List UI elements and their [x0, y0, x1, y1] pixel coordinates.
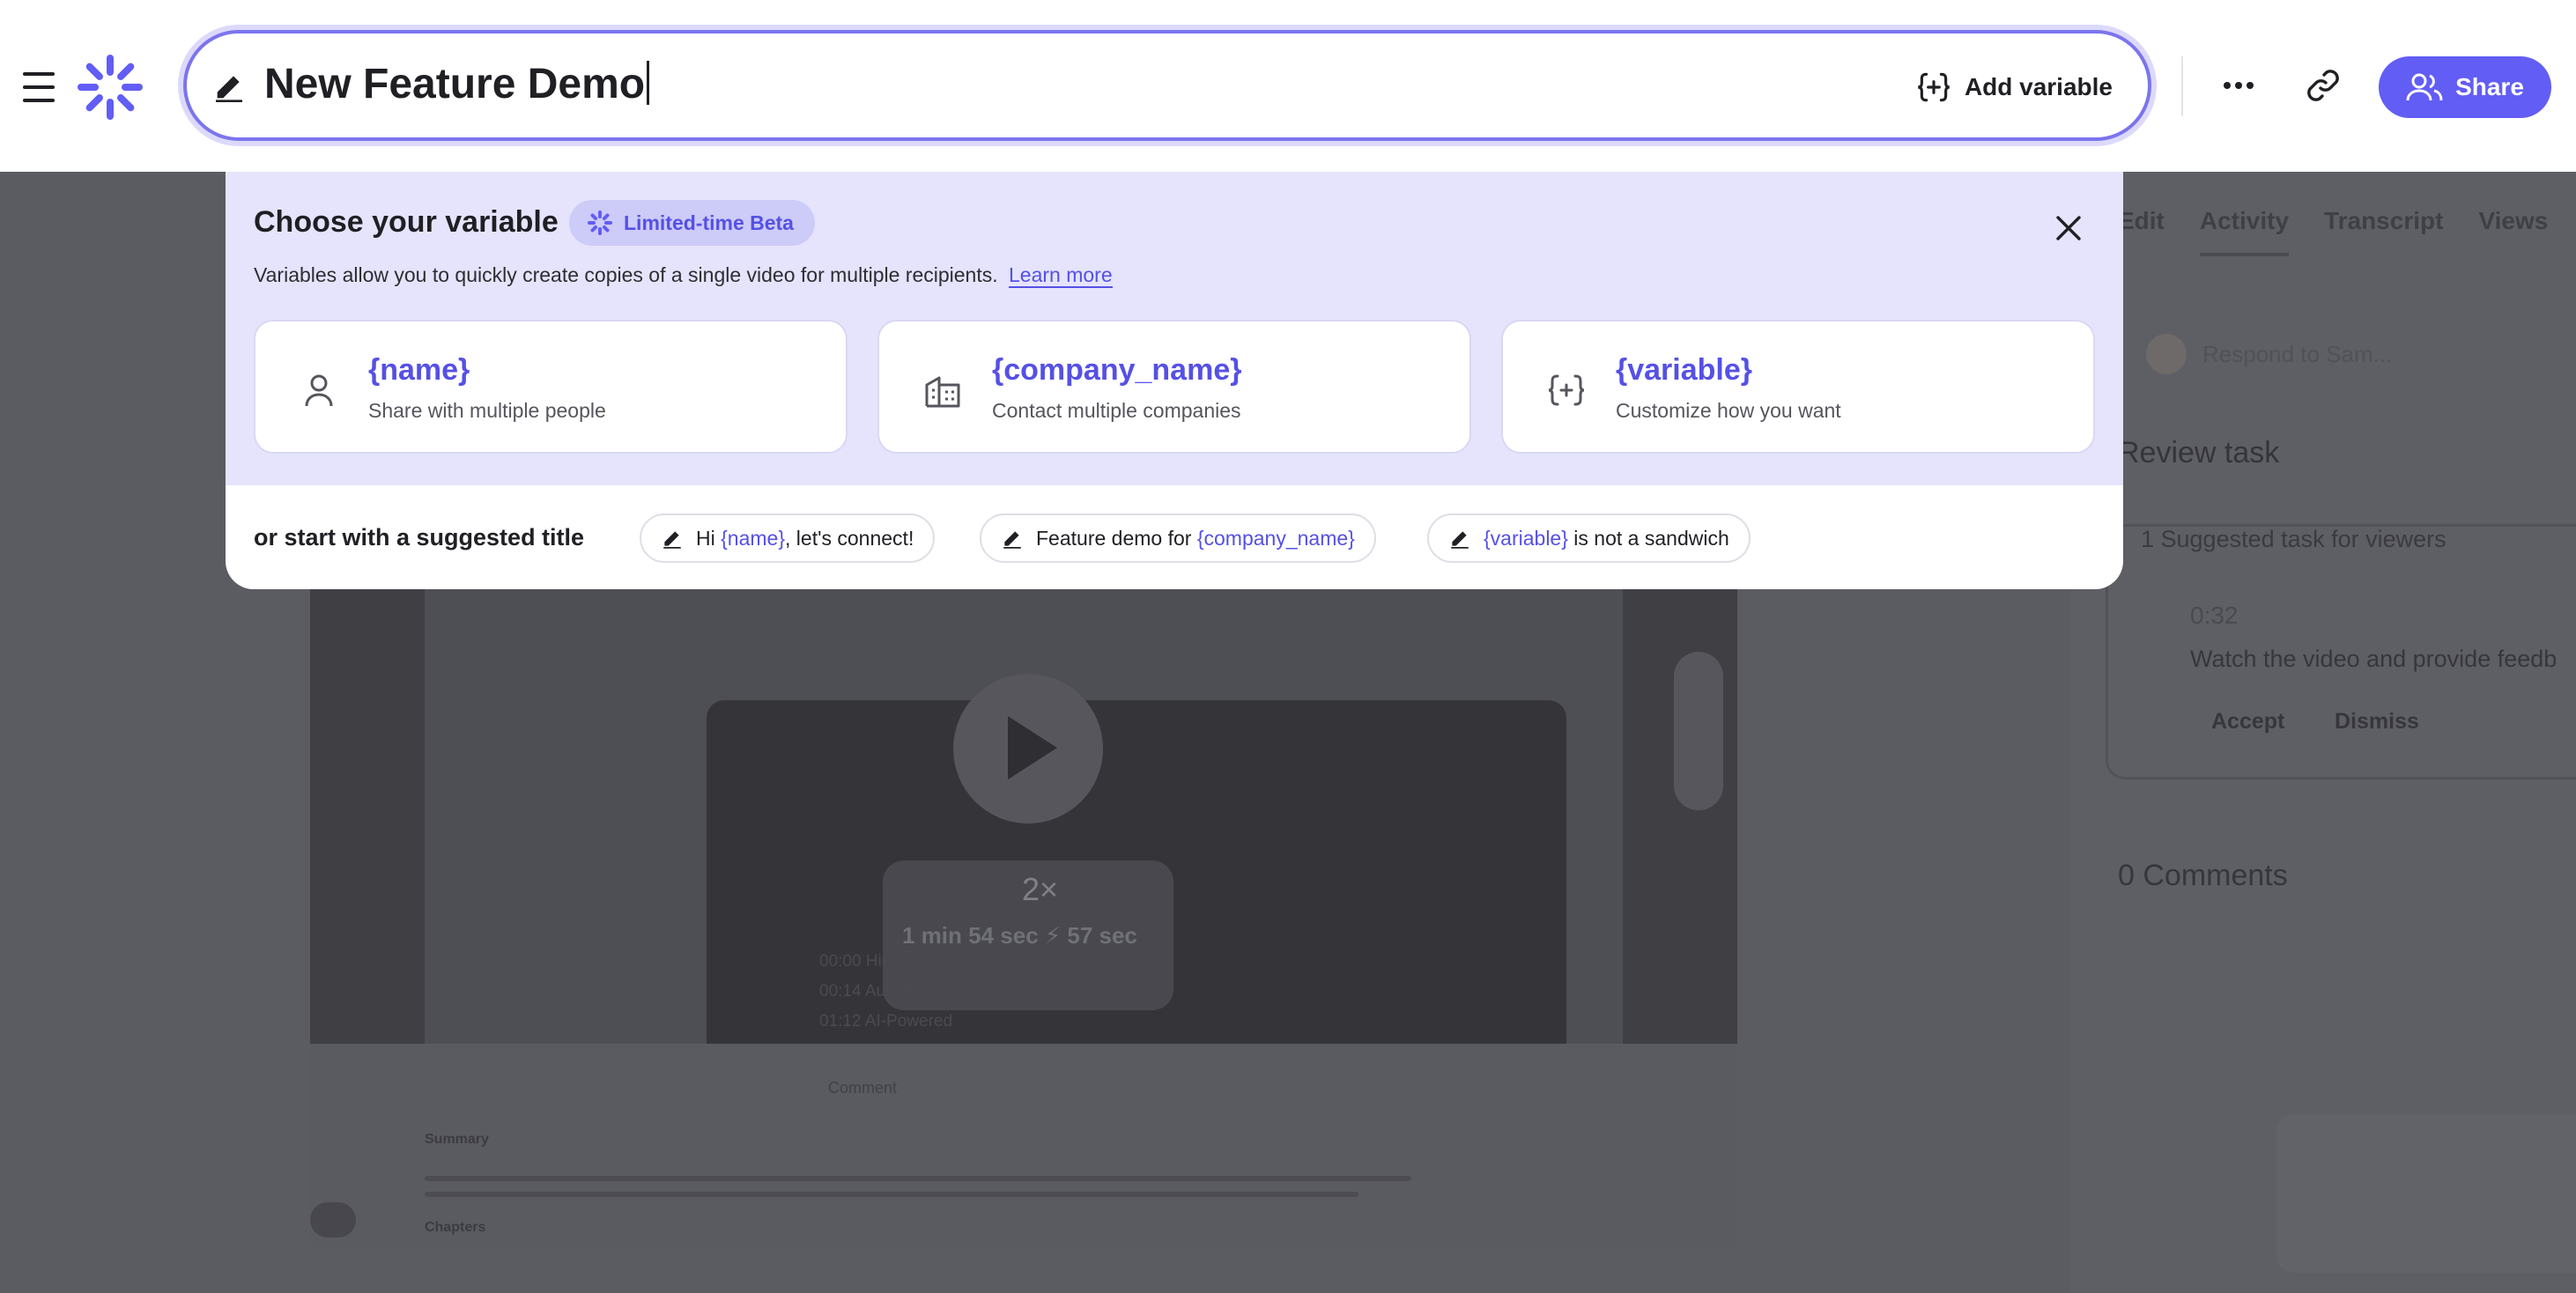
- more-options-icon[interactable]: [2217, 63, 2261, 107]
- suggested-title-chip[interactable]: {variable} is not a sandwich: [1427, 514, 1751, 563]
- tab-views: Views: [2478, 207, 2549, 234]
- review-task-title: Review task: [2118, 436, 2280, 469]
- copy-link-icon[interactable]: [2301, 63, 2345, 107]
- respond-placeholder: Respond to Sam...: [2202, 340, 2393, 367]
- pencil-icon: [216, 76, 242, 102]
- variable-braces-icon: [1548, 374, 1585, 406]
- variable-chooser-popup: Choose your variable Limited-time Beta V…: [226, 172, 2123, 589]
- sparkle-icon: [588, 211, 612, 235]
- respond-field: Respond to Sam...: [2146, 334, 2392, 374]
- share-people-icon: [2406, 73, 2443, 101]
- notification-card: [2276, 1114, 2576, 1273]
- variable-card-title: {name}: [368, 353, 470, 387]
- beta-label: Limited-time Beta: [624, 211, 794, 234]
- share-label: Share: [2455, 73, 2524, 100]
- chapters-heading: Chapters: [425, 1220, 486, 1235]
- text-caret: [647, 61, 650, 105]
- toolbar-divider: [2181, 56, 2183, 116]
- drawing-tools: [1674, 652, 1723, 810]
- variable-card-name[interactable]: {name} Share with multiple people: [254, 320, 848, 454]
- comments-count: 0 Comments: [2118, 859, 2288, 892]
- task-time: 0:32: [2190, 602, 2239, 629]
- chip-text: Feature demo for {company_name}: [1036, 526, 1355, 550]
- comment-button: Comment: [828, 1079, 898, 1097]
- person-icon: [305, 374, 333, 407]
- share-button[interactable]: Share: [2379, 56, 2551, 118]
- video-details: [310, 1044, 1737, 1246]
- pencil-icon: [663, 531, 681, 549]
- variable-card-subtitle: Contact multiple companies: [992, 399, 1241, 422]
- chapter-item: 01:12 AI-Powered: [819, 1012, 953, 1031]
- chip-text: Hi {name}, let's connect!: [696, 526, 914, 550]
- top-bar: New Feature Demo Add variable Share: [0, 0, 2576, 172]
- variable-card-variable[interactable]: {variable} Customize how you want: [1501, 320, 2095, 454]
- tab-edit: Edit: [2118, 207, 2165, 234]
- hamburger-menu-icon[interactable]: [18, 69, 62, 106]
- pencil-icon: [1003, 531, 1021, 549]
- description-text: Variables allow you to quickly create co…: [254, 263, 998, 286]
- chapter-item: 00:14 Automatic: [819, 982, 940, 1001]
- variable-braces-icon: [1917, 72, 1950, 102]
- tab-transcript: Transcript: [2324, 207, 2444, 234]
- chapter-list: 00:00 Hit 00:14 Automatic 01:12 AI-Power…: [819, 947, 952, 1037]
- task-description: Watch the video and provide feedb: [2190, 646, 2557, 672]
- summary-line: [425, 1192, 1358, 1197]
- summary-line: [425, 1176, 1411, 1181]
- popup-title: Choose your variable: [254, 205, 559, 239]
- variable-card-subtitle: Customize how you want: [1616, 399, 1841, 422]
- chip-text: {variable} is not a sandwich: [1484, 526, 1729, 550]
- variable-card-title: {company_name}: [992, 353, 1242, 387]
- accept-button: Accept: [2211, 709, 2285, 734]
- suggested-title-chip[interactable]: Hi {name}, let's connect!: [640, 514, 936, 563]
- beta-badge: Limited-time Beta: [569, 200, 815, 246]
- popup-description: Variables allow you to quickly create co…: [254, 263, 1113, 288]
- suggested-title-label: or start with a suggested title: [254, 524, 585, 550]
- learn-more-link[interactable]: Learn more: [1009, 263, 1113, 288]
- add-variable-button[interactable]: Add variable: [1915, 65, 2113, 109]
- dismiss-button: Dismiss: [2335, 709, 2419, 734]
- summary-heading: Summary: [425, 1132, 489, 1147]
- popup-header: Choose your variable Limited-time Beta V…: [226, 172, 2123, 485]
- speed-multiplier: 2×: [1022, 871, 1059, 907]
- building-icon: [925, 376, 960, 408]
- tab-activity: Activity: [2199, 207, 2290, 256]
- close-icon[interactable]: [2051, 211, 2086, 246]
- video-title-text[interactable]: New Feature Demo: [264, 60, 650, 108]
- avatar-chip: [310, 1202, 356, 1238]
- loom-logo-icon[interactable]: [76, 53, 144, 122]
- suggested-title-chip[interactable]: Feature demo for {company_name}: [980, 514, 1376, 563]
- pencil-icon: [1451, 531, 1469, 549]
- variable-card-company-name[interactable]: {company_name} Contact multiple companie…: [877, 320, 1471, 454]
- speed-time: 1 min 54 sec ⚡ 57 sec: [902, 922, 1137, 949]
- side-panel-tabs: Edit Activity Transcript Views Se: [2118, 207, 2576, 256]
- suggested-tasks-label: 1 Suggested task for viewers: [2141, 526, 2446, 552]
- video-title-input[interactable]: New Feature Demo Add variable: [183, 30, 2151, 141]
- chapter-item: 00:00 Hit: [819, 952, 887, 971]
- avatar: [2146, 334, 2187, 374]
- variable-card-subtitle: Share with multiple people: [368, 399, 606, 422]
- variable-card-title: {variable}: [1616, 353, 1752, 387]
- add-variable-label: Add variable: [1964, 73, 2113, 100]
- play-icon: [1008, 716, 1057, 779]
